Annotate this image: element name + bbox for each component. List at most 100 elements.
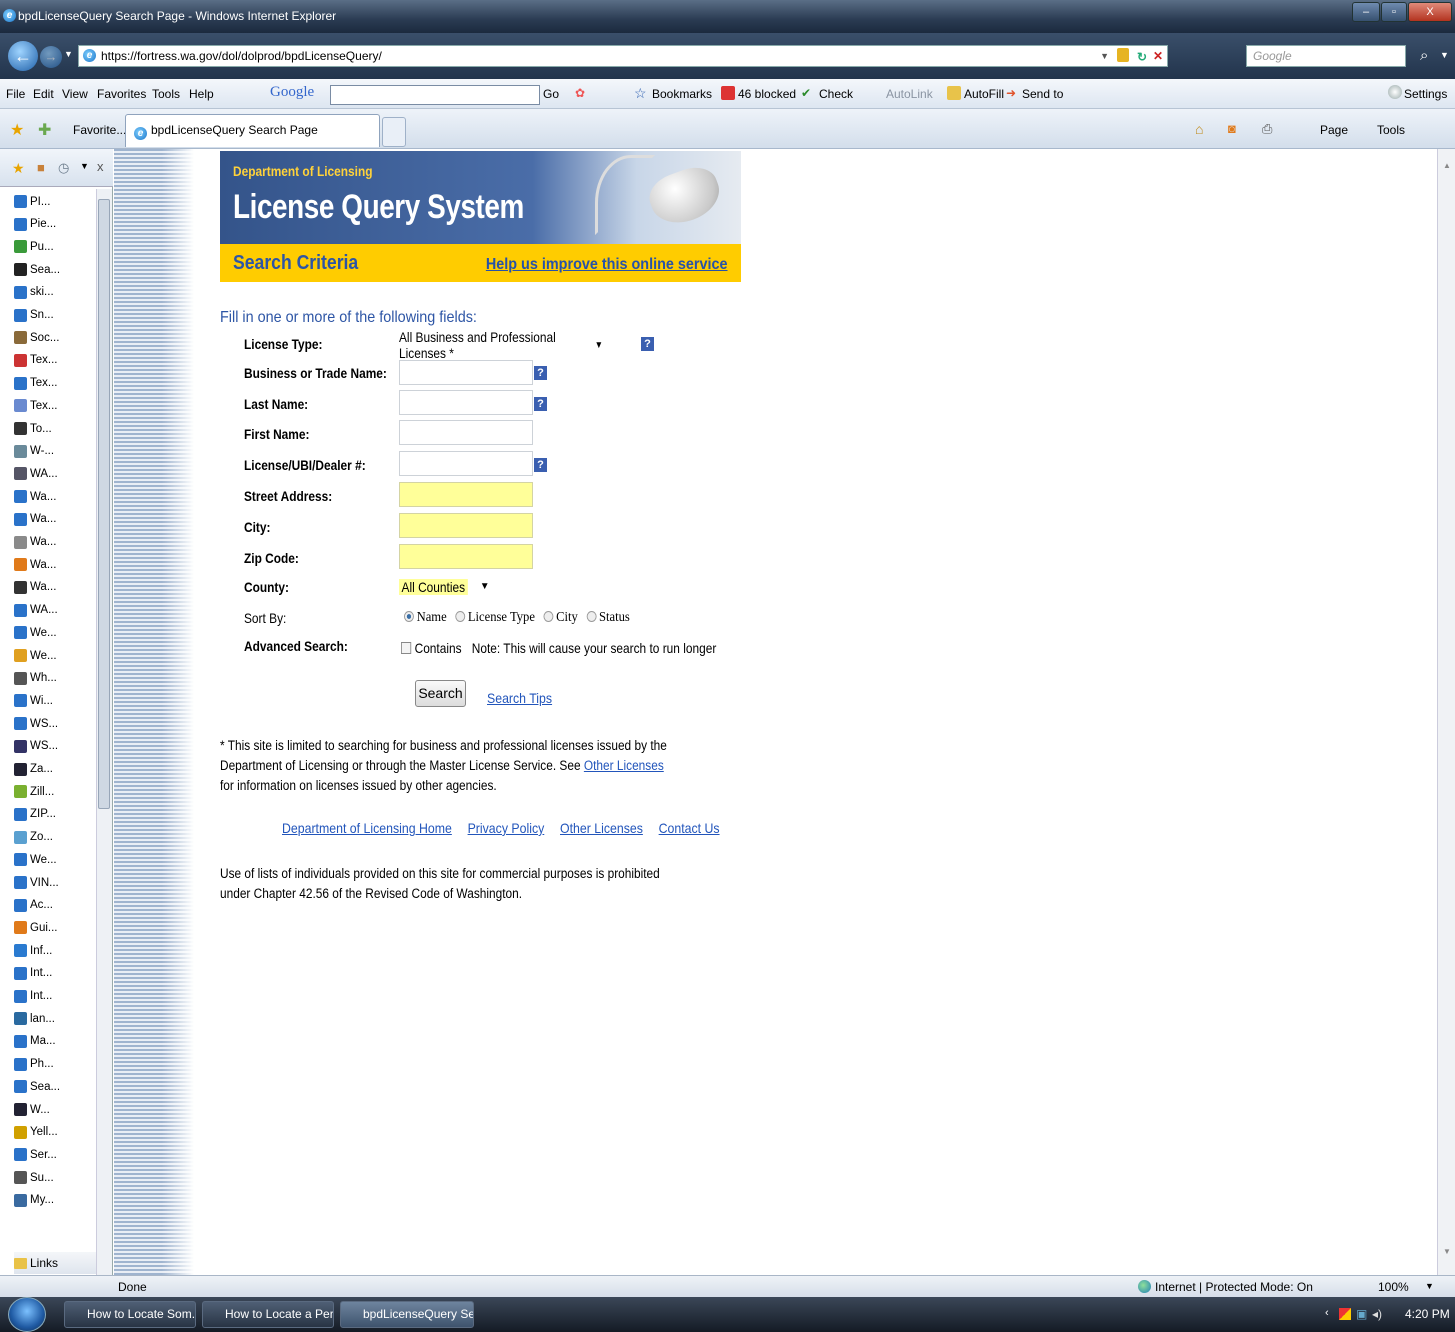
links-folder[interactable]: Links — [14, 1252, 96, 1274]
home-icon[interactable]: ⌂ — [1195, 121, 1203, 137]
sidebar-item[interactable]: WS... — [14, 735, 96, 758]
business-name-field[interactable] — [399, 360, 533, 385]
menu-favorites[interactable]: Favorites — [97, 87, 146, 101]
zoom-dropdown-icon[interactable]: ▼ — [1425, 1281, 1434, 1291]
sidebar-item[interactable]: Wa... — [14, 508, 96, 531]
clock[interactable]: 4:20 PM — [1405, 1307, 1450, 1321]
sidebar-item[interactable]: ski... — [14, 281, 96, 304]
zoom-level[interactable]: 100% — [1378, 1280, 1409, 1294]
favorites-center-star-icon[interactable]: ★ — [10, 120, 24, 140]
lock-icon[interactable] — [1117, 48, 1129, 62]
favorites-button[interactable]: Favorite... — [73, 123, 126, 137]
print-icon[interactable]: ⎙ — [1262, 121, 1272, 137]
city-field[interactable] — [399, 513, 533, 538]
tab-active[interactable]: e bpdLicenseQuery Search Page — [125, 114, 380, 147]
last-name-help-icon[interactable]: ? — [534, 397, 547, 411]
search-button[interactable]: Search — [415, 680, 466, 707]
sort-city-option[interactable]: City — [543, 610, 578, 625]
sidebar-item[interactable]: Tex... — [14, 349, 96, 372]
radio-icon[interactable] — [586, 611, 597, 622]
google-go-button[interactable]: Go — [543, 87, 559, 101]
sidebar-item[interactable]: To... — [14, 417, 96, 440]
minimize-button[interactable]: – — [1352, 2, 1380, 22]
taskbar-item-3[interactable]: bpdLicenseQuery Se... — [340, 1301, 474, 1328]
sidebar-item[interactable]: My... — [14, 1189, 96, 1212]
forward-arrow-icon[interactable]: → — [40, 46, 62, 68]
sidebar-item[interactable]: Yell... — [14, 1121, 96, 1144]
privacy-policy-link[interactable]: Privacy Policy — [468, 820, 545, 836]
street-address-field[interactable] — [399, 482, 533, 507]
sidebar-item[interactable]: Soc... — [14, 326, 96, 349]
page-scrollbar[interactable]: ▲ ▼ — [1437, 149, 1455, 1275]
radio-icon[interactable] — [455, 611, 466, 622]
sidebar-item[interactable]: lan... — [14, 1007, 96, 1030]
tray-expand-icon[interactable]: ‹ — [1325, 1307, 1329, 1319]
toolbar-tools-icon[interactable]: ✿ — [575, 86, 585, 100]
sort-status-option[interactable]: Status — [586, 610, 630, 625]
search-icon[interactable]: ⌕ — [1420, 47, 1428, 64]
sidebar-item[interactable]: WS... — [14, 712, 96, 735]
sidebar-item[interactable]: Wa... — [14, 576, 96, 599]
sidebar-item[interactable]: Za... — [14, 758, 96, 781]
radio-selected-icon[interactable] — [404, 611, 414, 622]
business-name-help-icon[interactable]: ? — [534, 366, 547, 380]
last-name-field[interactable] — [399, 390, 533, 415]
other-licenses-link[interactable]: Other Licenses — [560, 820, 643, 836]
search-options-icon[interactable]: ▼ — [1440, 50, 1449, 60]
url-field[interactable]: e https://fortress.wa.gov/dol/dolprod/bp… — [78, 45, 1168, 67]
contains-checkbox[interactable] — [401, 642, 412, 654]
sidebar-item[interactable]: W... — [14, 1098, 96, 1121]
county-select[interactable]: All Counties ▼ — [399, 575, 490, 598]
sidebar-item[interactable]: Wa... — [14, 485, 96, 508]
sidebar-item[interactable]: We... — [14, 644, 96, 667]
sidebar-item[interactable]: Pu... — [14, 235, 96, 258]
history-dropdown-icon[interactable]: ▼ — [64, 49, 73, 59]
scroll-up-icon[interactable]: ▲ — [1443, 161, 1451, 170]
sidebar-item[interactable]: Wi... — [14, 689, 96, 712]
license-type-help-icon[interactable]: ? — [641, 337, 654, 351]
taskbar-item-2[interactable]: How to Locate a Per... — [202, 1301, 334, 1328]
sidebar-item[interactable]: Wh... — [14, 667, 96, 690]
other-licenses-inline-link[interactable]: Other Licenses — [584, 758, 664, 773]
sidebar-item[interactable]: Sn... — [14, 304, 96, 327]
history-icon[interactable]: ◷ — [58, 160, 69, 176]
license-number-field[interactable] — [399, 451, 533, 476]
bookmarks-button[interactable]: Bookmarks — [652, 87, 712, 101]
first-name-field[interactable] — [399, 420, 533, 445]
stop-icon[interactable]: ✕ — [1153, 46, 1163, 66]
dol-home-link[interactable]: Department of Licensing Home — [282, 820, 452, 836]
maximize-button[interactable]: ▫ — [1381, 2, 1407, 22]
volume-icon[interactable]: ◂) — [1372, 1307, 1382, 1321]
page-menu-button[interactable]: Page — [1320, 123, 1348, 137]
sidebar-item[interactable]: ZIP... — [14, 803, 96, 826]
search-input[interactable]: Google — [1246, 45, 1406, 67]
close-button[interactable]: X — [1408, 2, 1452, 22]
menu-file[interactable]: File — [6, 87, 25, 101]
sidebar-item[interactable]: Tex... — [14, 394, 96, 417]
search-tips-link[interactable]: Search Tips — [487, 690, 552, 706]
sidebar-item[interactable]: Int... — [14, 962, 96, 985]
autolink-button[interactable]: AutoLink — [886, 87, 933, 101]
sidebar-item[interactable]: Ac... — [14, 894, 96, 917]
url-dropdown-icon[interactable]: ▼ — [1100, 46, 1109, 66]
menu-help[interactable]: Help — [189, 87, 214, 101]
sidebar-item[interactable]: Ph... — [14, 1053, 96, 1076]
sidebar-item[interactable]: WA... — [14, 462, 96, 485]
refresh-icon[interactable]: ↻ — [1137, 47, 1147, 67]
taskbar-item-1[interactable]: How to Locate Som... — [64, 1301, 196, 1328]
send-to-button[interactable]: Send to — [1022, 87, 1063, 101]
sort-license-type-option[interactable]: License Type — [455, 610, 535, 625]
sidebar-item[interactable]: Zill... — [14, 780, 96, 803]
favorites-star-icon[interactable]: ★ — [12, 160, 25, 177]
sidebar-item[interactable]: Ser... — [14, 1143, 96, 1166]
sidebar-item[interactable]: W-... — [14, 440, 96, 463]
sidebar-item[interactable]: Wa... — [14, 531, 96, 554]
sidebar-item[interactable]: Sea... — [14, 1075, 96, 1098]
feedback-link[interactable]: Help us improve this online service — [486, 256, 728, 274]
sidebar-item[interactable]: Ma... — [14, 1030, 96, 1053]
sidebar-item[interactable]: We... — [14, 848, 96, 871]
network-icon[interactable]: ▣ — [1356, 1307, 1367, 1321]
security-zone-text[interactable]: Internet | Protected Mode: On — [1155, 1280, 1313, 1294]
sidebar-item[interactable]: VIN... — [14, 871, 96, 894]
settings-button[interactable]: Settings — [1404, 87, 1447, 101]
